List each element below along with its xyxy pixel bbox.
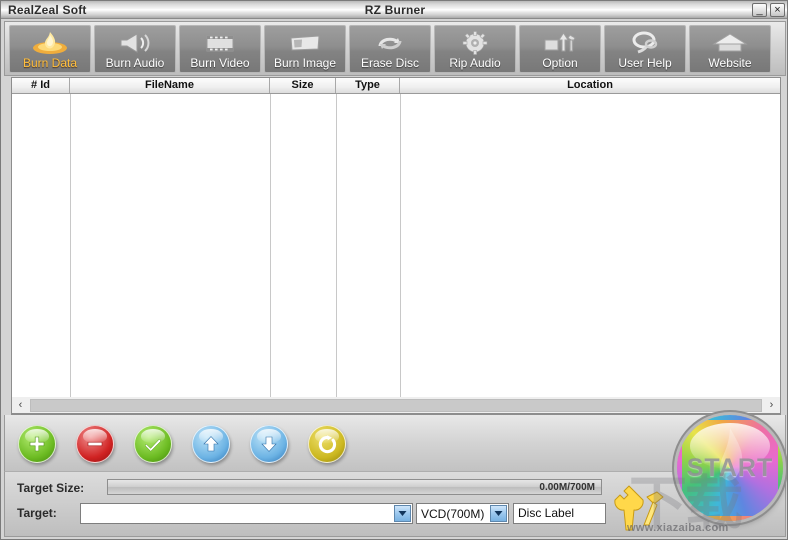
- film-strip-icon: [180, 29, 260, 57]
- file-list-body[interactable]: [12, 94, 780, 414]
- scroll-left-arrow-icon[interactable]: ‹: [12, 397, 29, 413]
- column-divider: [400, 94, 401, 414]
- recycle-arrows-icon: [350, 29, 430, 57]
- speaker-icon: [95, 29, 175, 57]
- toolbar-button-label: Option: [542, 55, 578, 70]
- target-label: Target:: [17, 506, 57, 520]
- scrollbar-thumb[interactable]: [30, 398, 762, 412]
- minimize-button[interactable]: _: [752, 3, 767, 17]
- action-button-strip: [4, 415, 786, 471]
- main-toolbar: Burn Data Burn Audio Burn Video Burn Ima…: [4, 21, 786, 76]
- minimize-icon: _: [756, 4, 763, 16]
- title-bar: RealZeal Soft RZ Burner _ ×: [1, 1, 787, 19]
- column-header-location[interactable]: Location: [400, 78, 780, 93]
- confirm-button[interactable]: [134, 425, 172, 463]
- target-size-value: 0.00M/700M: [539, 482, 595, 493]
- disc-type-dropdown[interactable]: VCD(700M): [416, 503, 509, 524]
- home-icon: [690, 29, 770, 57]
- column-divider: [70, 94, 71, 414]
- minus-icon: [87, 441, 103, 447]
- column-divider: [270, 94, 271, 414]
- move-down-button[interactable]: [250, 425, 288, 463]
- horizontal-scrollbar[interactable]: ‹ ›: [11, 397, 781, 414]
- toolbar-button-label: Burn Audio: [105, 55, 165, 70]
- toolbar-button-burn-video[interactable]: Burn Video: [179, 24, 261, 73]
- arrow-up-icon: [203, 436, 219, 452]
- refresh-button[interactable]: [308, 425, 346, 463]
- toolbar-button-rip-audio[interactable]: Rip Audio: [434, 24, 516, 73]
- toolbar-button-burn-image[interactable]: Burn Image: [264, 24, 346, 73]
- toolbar-button-user-help[interactable]: User Help: [604, 24, 686, 73]
- toolbar-button-label: Burn Video: [190, 55, 250, 70]
- gear-disc-icon: [435, 29, 515, 57]
- toolbar-button-label: User Help: [618, 55, 672, 70]
- toolbar-button-label: Erase Disc: [360, 55, 419, 70]
- file-list[interactable]: # Id FileName Size Type Location: [11, 77, 781, 415]
- target-size-progress-bar: 0.00M/700M: [107, 479, 602, 495]
- flame-disc-icon: [10, 29, 90, 57]
- window-controls: _ ×: [752, 3, 785, 17]
- move-up-button[interactable]: [192, 425, 230, 463]
- question-swirl-icon: [605, 29, 685, 57]
- target-device-dropdown[interactable]: [80, 503, 413, 524]
- toolbar-button-erase-disc[interactable]: Erase Disc: [349, 24, 431, 73]
- toolbar-button-label: Rip Audio: [449, 55, 501, 70]
- add-files-button[interactable]: [18, 425, 56, 463]
- remove-files-button[interactable]: [76, 425, 114, 463]
- refresh-icon: [318, 434, 336, 453]
- column-header-id[interactable]: # Id: [12, 78, 70, 93]
- chevron-down-icon[interactable]: [490, 505, 507, 522]
- column-header-size[interactable]: Size: [270, 78, 336, 93]
- toolbar-button-option[interactable]: Option: [519, 24, 601, 73]
- plus-icon: [29, 436, 45, 452]
- toolbar-button-burn-data[interactable]: Burn Data: [9, 24, 91, 73]
- column-header-filename[interactable]: FileName: [70, 78, 270, 93]
- arrow-down-icon: [261, 436, 277, 452]
- toolbar-button-burn-audio[interactable]: Burn Audio: [94, 24, 176, 73]
- close-button[interactable]: ×: [770, 3, 785, 17]
- scroll-right-arrow-icon[interactable]: ›: [763, 397, 780, 413]
- start-button[interactable]: START: [677, 415, 783, 521]
- tools-icon: [520, 29, 600, 57]
- file-list-header: # Id FileName Size Type Location: [12, 78, 780, 94]
- start-button-label: START: [686, 453, 774, 482]
- chevron-down-icon[interactable]: [394, 505, 411, 522]
- column-divider: [336, 94, 337, 414]
- toolbar-button-website[interactable]: Website: [689, 24, 771, 73]
- disc-label-input[interactable]: Disc Label: [513, 503, 606, 524]
- wrench-hammer-icon[interactable]: [613, 483, 675, 533]
- toolbar-button-label: Burn Data: [22, 55, 78, 70]
- toolbar-button-label: Burn Image: [273, 55, 337, 70]
- column-header-type[interactable]: Type: [336, 78, 400, 93]
- target-size-label: Target Size:: [17, 481, 85, 495]
- disc-type-value: VCD(700M): [421, 506, 485, 521]
- disc-image-icon: [265, 29, 345, 57]
- page-title: RZ Burner: [364, 3, 426, 17]
- toolbar-button-label: Website: [708, 55, 752, 70]
- close-icon: ×: [774, 4, 781, 16]
- rz-burner-window: RealZeal Soft RZ Burner _ × Burn Data Bu…: [0, 0, 788, 540]
- check-icon: [144, 438, 162, 452]
